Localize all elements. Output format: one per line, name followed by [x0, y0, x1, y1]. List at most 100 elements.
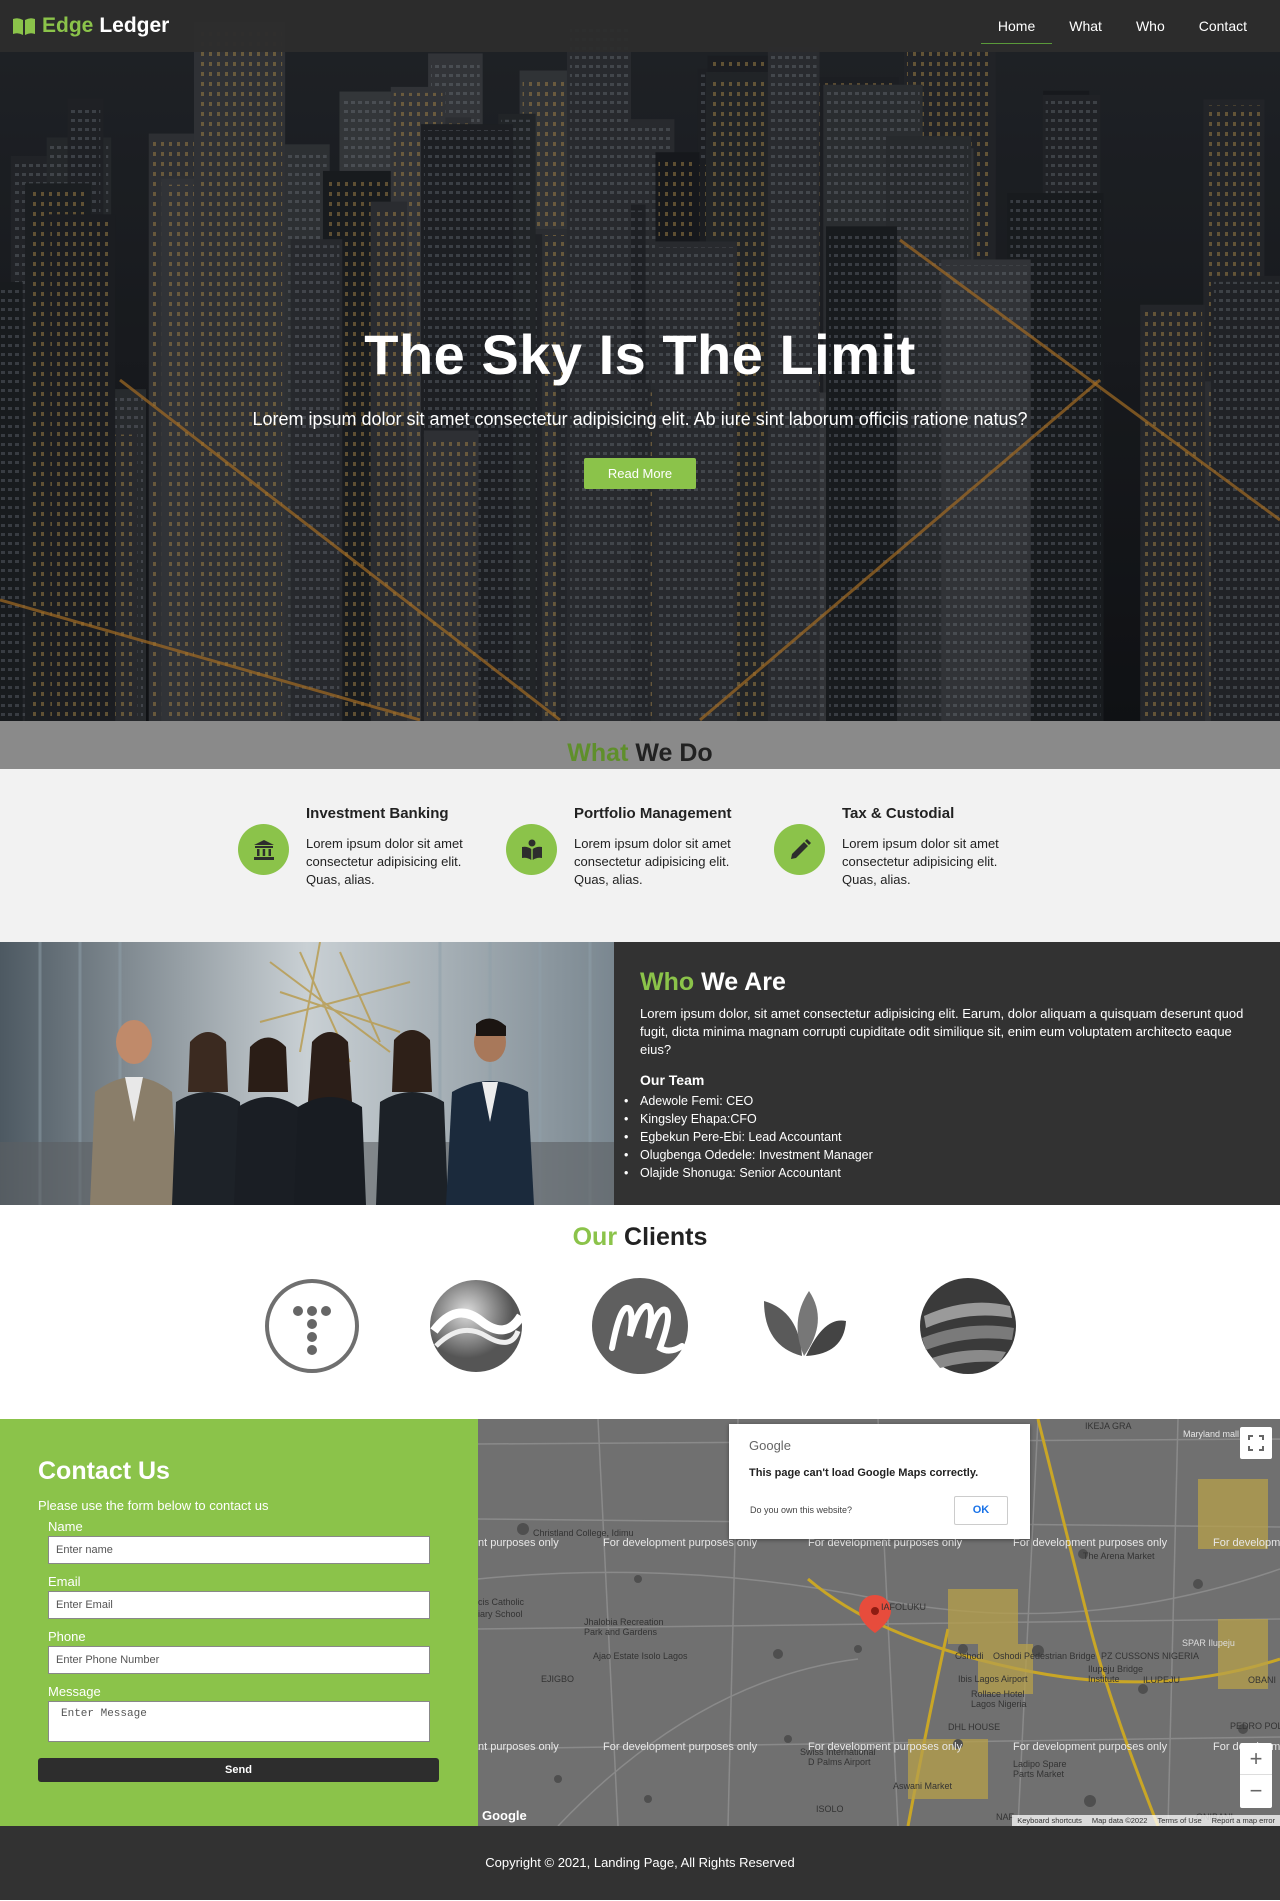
map-place-label: Park and Gardens — [584, 1627, 658, 1637]
map-data-text: Map data ©2022 — [1091, 1816, 1148, 1825]
nav-item-what[interactable]: What — [1052, 0, 1119, 52]
map-place-label: D Palms Airport — [808, 1757, 871, 1767]
zoom-in-button[interactable]: + — [1240, 1743, 1272, 1775]
team-member: Adewole Femi: CEO — [624, 1092, 1274, 1110]
bank-icon — [238, 824, 289, 875]
message-label: Message — [48, 1684, 101, 1699]
map-place-label: Rollace Hotel — [971, 1689, 1025, 1699]
clients-title: Our Clients — [0, 1223, 1280, 1252]
who-title: Who We Are — [640, 968, 1274, 997]
contact-map-row: Contact Us Please use the form below to … — [0, 1419, 1280, 1826]
map-place-label: Ibis Lagos Airport — [958, 1674, 1028, 1684]
fullscreen-icon — [1248, 1435, 1264, 1451]
hero-section: The Sky Is The Limit Lorem ipsum dolor s… — [0, 0, 1280, 721]
fullscreen-button[interactable] — [1240, 1427, 1272, 1459]
report-error-link[interactable]: Report a map error — [1207, 1815, 1280, 1826]
map-attribution: Keyboard shortcuts Map data ©2022 Terms … — [1012, 1815, 1280, 1826]
map-place-label: Institute — [1088, 1674, 1120, 1684]
dialog-ok-button[interactable]: OK — [954, 1496, 1008, 1525]
who-lead: Lorem ipsum dolor, sit amet consectetur … — [640, 1006, 1244, 1057]
team-title: Our Team — [640, 1072, 705, 1088]
map-place-label: Parts Market — [1013, 1769, 1065, 1779]
zoom-out-button[interactable]: − — [1240, 1775, 1272, 1807]
map-place-label: Jhalobia Recreation — [584, 1617, 664, 1627]
service-card: Tax & Custodial Lorem ipsum dolor sit am… — [774, 805, 1042, 942]
map-place-label: Christland College, Idimu — [533, 1528, 634, 1538]
map-watermark: For development purposes only — [1013, 1537, 1168, 1549]
top-navbar: Edge Ledger Home What Who Contact — [0, 0, 1280, 52]
map-place-label: Lagos Nigeria — [971, 1699, 1027, 1709]
map-place-label: Oshodi — [955, 1651, 984, 1661]
open-book-icon — [13, 17, 35, 35]
map-place-label: The Arena Market — [1083, 1551, 1155, 1561]
map-place-label: cis Catholic — [478, 1597, 525, 1607]
services-section: Investment Banking Lorem ipsum dolor sit… — [0, 769, 1280, 942]
message-field-group: Message Enter Message — [48, 1684, 440, 1742]
map-place-label: PEDRO POLIC — [1230, 1721, 1280, 1731]
team-photo — [0, 942, 614, 1205]
map-embed[interactable]: nt purposes only nt purposes only For deve… — [478, 1419, 1280, 1826]
map-place-label: ILUPEJU — [1143, 1675, 1181, 1685]
what-title-green: What — [567, 739, 629, 767]
what-we-do-heading: What We Do — [0, 721, 1280, 769]
clients-section: Our Clients — [0, 1205, 1280, 1419]
service-title: Portfolio Management — [574, 805, 732, 822]
copyright-text: Copyright © 2021, Landing Page, All Righ… — [485, 1855, 795, 1870]
map-place-label: Ilupeju Bridge — [1088, 1664, 1144, 1674]
dialog-google-logo: Google — [749, 1438, 791, 1453]
team-list: Adewole Femi: CEO Kingsley Ehapa:CFO Egb… — [624, 1092, 1274, 1182]
service-text: Lorem ipsum dolor sit amet consectetur a… — [574, 836, 731, 887]
email-label: Email — [48, 1574, 81, 1589]
keyboard-shortcuts-link[interactable]: Keyboard shortcuts — [1012, 1815, 1087, 1826]
client-logo-sphere — [920, 1278, 1016, 1374]
brand-logo[interactable]: Edge Ledger — [12, 14, 169, 38]
book-icon — [506, 824, 557, 875]
send-button[interactable]: Send — [38, 1758, 439, 1782]
pencil-icon — [774, 824, 825, 875]
service-card: Portfolio Management Lorem ipsum dolor s… — [506, 805, 774, 942]
map-place-label: PZ CUSSONS NIGERIA — [1101, 1651, 1200, 1661]
client-logo-wave — [430, 1280, 525, 1372]
terms-link[interactable]: Terms of Use — [1152, 1815, 1206, 1826]
dialog-own-website[interactable]: Do you own this website? — [750, 1505, 852, 1515]
map-place-label: ISOLO — [816, 1804, 844, 1814]
nav-item-contact[interactable]: Contact — [1182, 0, 1264, 52]
who-title-rest: We Are — [701, 968, 786, 996]
name-field-group: Name Enter name — [48, 1519, 440, 1564]
nav-item-who[interactable]: Who — [1119, 0, 1182, 52]
map-place-label: Ladipo Spare — [1013, 1759, 1067, 1769]
team-member: Olajide Shonuga: Senior Accountant — [624, 1164, 1274, 1182]
client-logos — [0, 1276, 1280, 1376]
map-place-label: iary School — [478, 1609, 523, 1619]
message-textarea[interactable]: Enter Message — [48, 1701, 430, 1742]
team-member: Olugbenga Odedele: Investment Manager — [624, 1146, 1274, 1164]
phone-input[interactable]: Enter Phone Number — [48, 1646, 430, 1674]
nav-item-home[interactable]: Home — [980, 0, 1053, 52]
service-card: Investment Banking Lorem ipsum dolor sit… — [238, 805, 506, 942]
map-place-label: Ajao Estate Isolo Lagos — [593, 1651, 688, 1661]
service-title: Tax & Custodial — [842, 805, 955, 822]
clients-title-green: Our — [572, 1223, 618, 1251]
client-logo-leaves — [764, 1291, 846, 1356]
google-logo[interactable]: Google — [482, 1808, 527, 1823]
map-place-label: OBANI — [1248, 1675, 1277, 1685]
name-input[interactable]: Enter name — [48, 1536, 430, 1564]
contact-subtitle: Please use the form below to contact us — [38, 1498, 269, 1513]
who-we-are-section: Who We Are Lorem ipsum dolor, sit amet c… — [0, 942, 1280, 1205]
nav-menu: Home What Who Contact — [980, 0, 1264, 52]
brand-name-green: Edge — [42, 14, 94, 37]
team-member: Egbekun Pere-Ebi: Lead Accountant — [624, 1128, 1274, 1146]
maps-error-dialog: Google This page can't load Google Maps … — [729, 1424, 1030, 1539]
map-place-label: SPAR Ilupeju — [1182, 1638, 1235, 1648]
map-place-label: Maryland mall — [1183, 1429, 1240, 1439]
map-place-label: Oshodi Pedestrian Bridge — [993, 1651, 1096, 1661]
map-watermark: For development purposes only — [603, 1741, 758, 1753]
read-more-button[interactable]: Read More — [584, 458, 696, 489]
what-title-rest: We Do — [635, 739, 713, 767]
phone-label: Phone — [48, 1629, 86, 1644]
team-member: Kingsley Ehapa:CFO — [624, 1110, 1274, 1128]
email-input[interactable]: Enter Email — [48, 1591, 430, 1619]
plus-icon: + — [1249, 1745, 1263, 1771]
hero-subtitle: Lorem ipsum dolor sit amet consectetur a… — [252, 409, 1028, 429]
minus-icon: − — [1249, 1778, 1263, 1803]
